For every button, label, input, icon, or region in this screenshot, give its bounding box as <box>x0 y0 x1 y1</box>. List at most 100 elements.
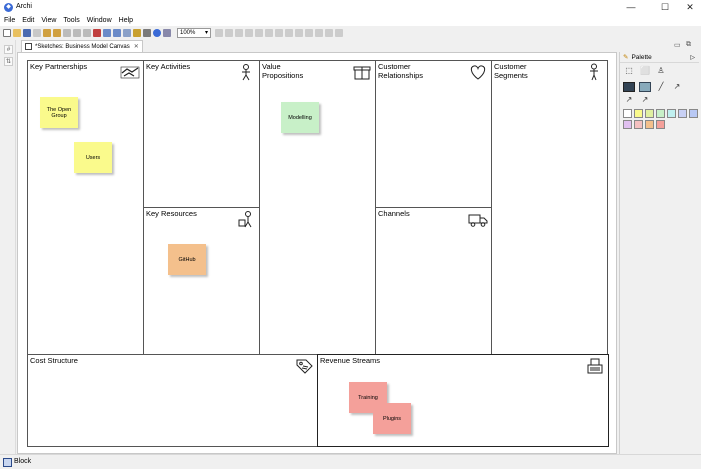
palette-row-3: ↗ ↗ <box>623 95 655 105</box>
cut-icon[interactable] <box>63 28 71 37</box>
sticky-lime-tool[interactable] <box>645 109 654 118</box>
arrow-connection-icon[interactable]: ↗ <box>671 82 683 92</box>
match-width-icon[interactable] <box>275 28 283 37</box>
key-activities-block[interactable]: Key Activities <box>143 60 260 208</box>
sticky-users[interactable]: Users <box>74 142 112 173</box>
dashed-arrow-icon[interactable]: ↗ <box>623 95 635 105</box>
layout-icon[interactable] <box>315 28 323 37</box>
marquee-tool-icon[interactable]: ⬜ <box>639 66 651 76</box>
menu-tools[interactable]: Tools <box>63 17 79 24</box>
align-middle-icon[interactable] <box>255 28 263 37</box>
channels-block[interactable]: Channels <box>375 207 492 355</box>
line-connection-icon[interactable]: ╱ <box>655 82 667 92</box>
menu-edit[interactable]: Edit <box>22 17 34 24</box>
block-label: Key Resources <box>146 209 197 218</box>
align-top-icon[interactable] <box>245 28 253 37</box>
palette-row-2: ╱ ↗ <box>623 82 687 92</box>
group-icon[interactable] <box>623 82 635 92</box>
maximize-view-icon[interactable]: ⧉ <box>686 41 691 49</box>
palette-icon: ✎ <box>623 54 629 61</box>
align-bottom-icon[interactable] <box>265 28 273 37</box>
sticky-pink-tool[interactable] <box>634 120 643 129</box>
new-icon[interactable] <box>3 28 11 37</box>
key-resources-block[interactable]: Key Resources <box>143 207 260 355</box>
properties-icon[interactable] <box>103 28 111 37</box>
editor-tab[interactable]: *Sketches: Business Model Canvas ✕ <box>21 40 143 52</box>
canvas-block-icon[interactable] <box>639 82 651 92</box>
close-window-button[interactable]: ✕ <box>683 1 697 13</box>
sticky-blue-tool[interactable] <box>678 109 687 118</box>
block-label: Revenue Streams <box>320 356 381 365</box>
palette-expand-icon[interactable]: ▷ <box>690 54 695 61</box>
block-label: Value Propositions <box>262 62 304 80</box>
outline-icon[interactable] <box>123 28 131 37</box>
zoom-select[interactable]: 100% <box>177 27 211 38</box>
minimize-view-icon[interactable]: ▭ <box>674 41 681 49</box>
pin-icon[interactable]: # <box>4 45 13 54</box>
align-left-icon[interactable] <box>215 28 223 37</box>
sticky-cyan-tool[interactable] <box>667 109 676 118</box>
bring-front-icon[interactable] <box>325 28 333 37</box>
sticky-periwinkle-tool[interactable] <box>689 109 698 118</box>
paste-icon[interactable] <box>83 28 91 37</box>
window-title: Archi <box>16 3 32 10</box>
sticky-orange-tool[interactable] <box>645 120 654 129</box>
sticky-red-tool[interactable] <box>656 120 665 129</box>
palette-sticky-row-2 <box>623 120 667 129</box>
delete-icon[interactable] <box>93 28 101 37</box>
tab-close-icon[interactable]: ✕ <box>134 43 139 50</box>
menu-help[interactable]: Help <box>119 17 133 24</box>
navigator-icon[interactable] <box>133 28 141 37</box>
customer-segments-block[interactable]: Customer Segments <box>491 60 608 355</box>
block-icon <box>3 458 12 467</box>
align-right-icon[interactable] <box>235 28 243 37</box>
sticky-plugins[interactable]: Plugins <box>373 403 411 434</box>
sticky-yellow-tool[interactable] <box>634 109 643 118</box>
title-bar: ◆ Archi — ☐ ✕ <box>0 0 701 15</box>
sticky-white-tool[interactable] <box>623 109 632 118</box>
reset-aspect-icon[interactable] <box>305 28 313 37</box>
block-label: Key Activities <box>146 62 191 71</box>
send-back-icon[interactable] <box>335 28 343 37</box>
editor-tab-bar: *Sketches: Business Model Canvas ✕ ▭ ⧉ <box>17 40 701 52</box>
copy-icon[interactable] <box>73 28 81 37</box>
match-height-icon[interactable] <box>285 28 293 37</box>
sticky-green-tool[interactable] <box>656 109 665 118</box>
customer-relationships-block[interactable]: Customer Relationships <box>375 60 492 208</box>
format-painter-icon[interactable]: ♙ <box>655 66 667 76</box>
align-center-icon[interactable] <box>225 28 233 37</box>
menu-view[interactable]: View <box>41 17 56 24</box>
sticky-modelling[interactable]: Modelling <box>281 102 319 133</box>
palette-sticky-row-1 <box>623 109 700 118</box>
sticky-the-open-group[interactable]: The Open Group <box>40 97 78 128</box>
restore-view-icon[interactable]: ⇅ <box>4 57 13 66</box>
block-label: Cost Structure <box>30 356 78 365</box>
default-size-icon[interactable] <box>295 28 303 37</box>
sticky-lavender-tool[interactable] <box>623 120 632 129</box>
dotted-arrow-icon[interactable]: ↗ <box>639 95 651 105</box>
cost-structure-block[interactable]: Cost Structure <box>27 354 318 447</box>
select-tool-icon[interactable]: ⬚ <box>623 66 635 76</box>
minimize-button[interactable]: — <box>624 1 638 13</box>
save-icon[interactable] <box>23 28 31 37</box>
factory-worker-icon <box>238 211 252 228</box>
canvas-icon <box>25 43 32 50</box>
help-icon[interactable] <box>153 28 161 37</box>
palette-panel: ✎ Palette ▷ ⬚ ⬜ ♙ ╱ ↗ ↗ ↗ <box>619 52 700 454</box>
model-tree-icon[interactable] <box>113 28 121 37</box>
save-all-icon[interactable] <box>33 28 41 37</box>
palette-tools-row: ⬚ ⬜ ♙ <box>623 66 671 76</box>
diagram-canvas[interactable]: Key Partnerships Key Activities Key Reso… <box>17 52 617 454</box>
redo-icon[interactable] <box>53 28 61 37</box>
visualiser-icon[interactable] <box>143 28 151 37</box>
menu-window[interactable]: Window <box>87 17 112 24</box>
maximize-button[interactable]: ☐ <box>658 1 672 13</box>
sticky-github[interactable]: GitHub <box>168 244 206 275</box>
menu-file[interactable]: File <box>4 17 15 24</box>
status-text: Block <box>14 458 32 465</box>
open-folder-icon[interactable] <box>13 28 21 37</box>
zoom-icon[interactable] <box>163 28 171 37</box>
worker-icon <box>242 64 250 81</box>
handshake-icon <box>120 66 140 79</box>
undo-icon[interactable] <box>43 28 51 37</box>
